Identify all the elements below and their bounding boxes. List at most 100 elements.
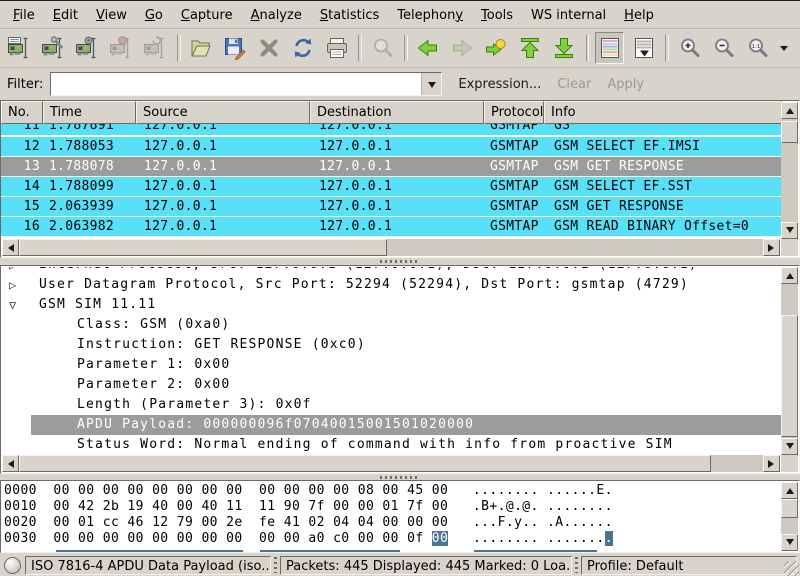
apply-button[interactable]: Apply xyxy=(599,74,652,95)
go-back-button[interactable] xyxy=(414,32,443,64)
pane-splitter[interactable] xyxy=(0,258,800,265)
packet-row-14[interactable]: 141.788099127.0.0.1127.0.0.1GSMTAPGSM SE… xyxy=(1,177,782,196)
detail-line[interactable]: ▷User Datagram Protocol, Src Port: 52294… xyxy=(1,275,782,295)
scroll-up-button[interactable] xyxy=(781,482,798,499)
menu-view[interactable]: View xyxy=(87,4,136,27)
c-src: 127.0.0.1 xyxy=(136,124,310,133)
scroll-left-button[interactable] xyxy=(2,455,19,472)
menu-telephony[interactable]: Telephony xyxy=(388,4,472,27)
print-button[interactable] xyxy=(322,32,351,64)
capture-options-button[interactable] xyxy=(39,32,68,64)
highlighted-byte[interactable]: 00 xyxy=(432,531,448,546)
column-header-time[interactable]: Time xyxy=(43,101,136,124)
menu-analyze[interactable]: Analyze xyxy=(242,4,311,27)
packet-row-12[interactable]: 121.788053127.0.0.1127.0.0.1GSMTAPGSM SE… xyxy=(1,137,782,156)
scroll-down-button[interactable] xyxy=(781,534,798,551)
scrollbar-thumb[interactable] xyxy=(781,315,798,437)
hex-row-0010[interactable]: 0010 00 42 2b 19 40 00 40 11 11 90 7f 00… xyxy=(4,499,782,515)
detail-line[interactable]: Parameter 2: 0x00 xyxy=(1,375,782,395)
details-hscrollbar[interactable] xyxy=(2,455,780,472)
file-open-button[interactable] xyxy=(187,32,216,64)
zoom-100-button[interactable]: 1:1 xyxy=(743,32,772,64)
scroll-left-button[interactable] xyxy=(2,239,19,256)
scroll-right-button[interactable] xyxy=(763,455,780,472)
go-bottom-button[interactable] xyxy=(550,32,579,64)
expander-open-icon[interactable]: ▽ xyxy=(9,295,31,315)
packet-row-16[interactable]: 162.063982127.0.0.1127.0.0.1GSMTAPGSM RE… xyxy=(1,217,782,236)
details-vscrollbar[interactable] xyxy=(781,267,798,455)
detail-line[interactable]: Parameter 1: 0x00 xyxy=(1,355,782,375)
packet-list-hscrollbar[interactable] xyxy=(2,239,780,256)
scrollbar-thumb[interactable] xyxy=(19,239,387,256)
menu-tools[interactable]: Tools xyxy=(472,4,522,27)
expander-closed-icon[interactable]: ▷ xyxy=(9,275,31,295)
colorize-button[interactable] xyxy=(595,32,624,64)
scrollbar-thumb[interactable] xyxy=(19,455,711,472)
detail-line[interactable]: APDU Payload: 000000096f0704001500150102… xyxy=(1,415,782,435)
column-header-no[interactable]: No. xyxy=(1,101,43,124)
scroll-right-button[interactable] xyxy=(763,239,780,256)
menu-help[interactable]: Help xyxy=(615,4,663,27)
c-time: 2.063982 xyxy=(43,219,136,234)
filter-input[interactable] xyxy=(51,73,421,95)
capture-start-button[interactable] xyxy=(73,32,102,64)
column-header-info[interactable]: Info xyxy=(544,101,782,124)
clear-button[interactable]: Clear xyxy=(549,74,599,95)
detail-line[interactable]: Status Word: Normal ending of command wi… xyxy=(1,435,782,455)
detail-line-clipped[interactable]: ▷Internet Protocol, Src: 127.0.0.1 (127.… xyxy=(1,267,782,275)
autoscroll-button[interactable] xyxy=(629,32,658,64)
detail-line[interactable]: ▽GSM SIM 11.11 xyxy=(1,295,782,315)
column-header-protocol[interactable]: Protocol xyxy=(484,101,544,124)
scroll-up-button[interactable] xyxy=(781,102,798,119)
column-header-destination[interactable]: Destination xyxy=(310,101,484,124)
menu-edit[interactable]: Edit xyxy=(44,4,87,27)
expert-info-icon[interactable] xyxy=(4,557,21,574)
menu-statistics[interactable]: Statistics xyxy=(311,4,388,27)
scroll-down-button[interactable] xyxy=(781,438,798,455)
scroll-down-button[interactable] xyxy=(781,222,798,239)
zoom-out-button[interactable] xyxy=(709,32,738,64)
expression-button[interactable]: Expression... xyxy=(450,74,549,95)
menu-go[interactable]: Go xyxy=(136,4,172,27)
scroll-up-button[interactable] xyxy=(781,267,798,284)
file-save-as-button[interactable] xyxy=(221,32,250,64)
packet-row-11[interactable]: 111.787891127.0.0.1127.0.0.1GSMTAPGS xyxy=(1,124,782,135)
goto-packet-button[interactable] xyxy=(482,32,511,64)
more-options-caret-icon[interactable] xyxy=(777,32,791,64)
filter-combobox[interactable] xyxy=(50,72,442,96)
packet-row-clipped[interactable]: 111.787891127.0.0.1127.0.0.1GSMTAPGS xyxy=(1,124,782,136)
c-time: 1.788053 xyxy=(43,139,136,154)
capture-stop-button[interactable] xyxy=(107,32,136,64)
capture-restart-button[interactable] xyxy=(141,32,170,64)
menu-file[interactable]: File xyxy=(4,4,44,27)
packet-row-13[interactable]: 131.788078127.0.0.1127.0.0.1GSMTAPGSM GE… xyxy=(1,157,782,176)
packet-list-vscrollbar[interactable] xyxy=(781,102,798,239)
expander-closed-icon[interactable]: ▷ xyxy=(9,267,31,275)
scrollbar-thumb[interactable] xyxy=(781,499,798,518)
reload-button[interactable] xyxy=(288,32,317,64)
filter-dropdown-button[interactable] xyxy=(421,73,441,95)
detail-line[interactable]: Instruction: GET RESPONSE (0xc0) xyxy=(1,335,782,355)
file-close-button[interactable] xyxy=(254,32,283,64)
go-forward-button[interactable] xyxy=(448,32,477,64)
find-button[interactable] xyxy=(368,32,397,64)
go-top-button[interactable] xyxy=(516,32,545,64)
hex-row-0020[interactable]: 0020 00 01 cc 46 12 79 00 2e fe 41 02 04… xyxy=(4,515,782,531)
column-header-source[interactable]: Source xyxy=(136,101,310,124)
status-packet-counts: Packets: 445 Displayed: 445 Marked: 0 Lo… xyxy=(280,556,572,575)
resize-grip[interactable] xyxy=(784,561,799,576)
hex-row-0000[interactable]: 0000 00 00 00 00 00 00 00 00 00 00 00 00… xyxy=(4,483,782,499)
list-interfaces-button[interactable] xyxy=(5,32,34,64)
hex-row-0030[interactable]: 0030 00 00 00 00 00 00 00 00 00 00 a0 c0… xyxy=(4,531,782,547)
menu-capture[interactable]: Capture xyxy=(172,4,242,27)
c-time: 2.063939 xyxy=(43,199,136,214)
packet-row-15[interactable]: 152.063939127.0.0.1127.0.0.1GSMTAPGSM GE… xyxy=(1,197,782,216)
detail-line[interactable]: Class: GSM (0xa0) xyxy=(1,315,782,335)
detail-line[interactable]: Length (Parameter 3): 0x0f xyxy=(1,395,782,415)
zoom-in-button[interactable] xyxy=(675,32,704,64)
detail-line[interactable]: ▷Internet Protocol, Src: 127.0.0.1 (127.… xyxy=(1,267,782,275)
bytes-vscrollbar[interactable] xyxy=(781,482,798,551)
c-info: GSM SELECT EF.SST xyxy=(544,179,782,194)
scrollbar-thumb[interactable] xyxy=(781,121,798,143)
menu-ws-internal[interactable]: WS internal xyxy=(522,4,615,27)
